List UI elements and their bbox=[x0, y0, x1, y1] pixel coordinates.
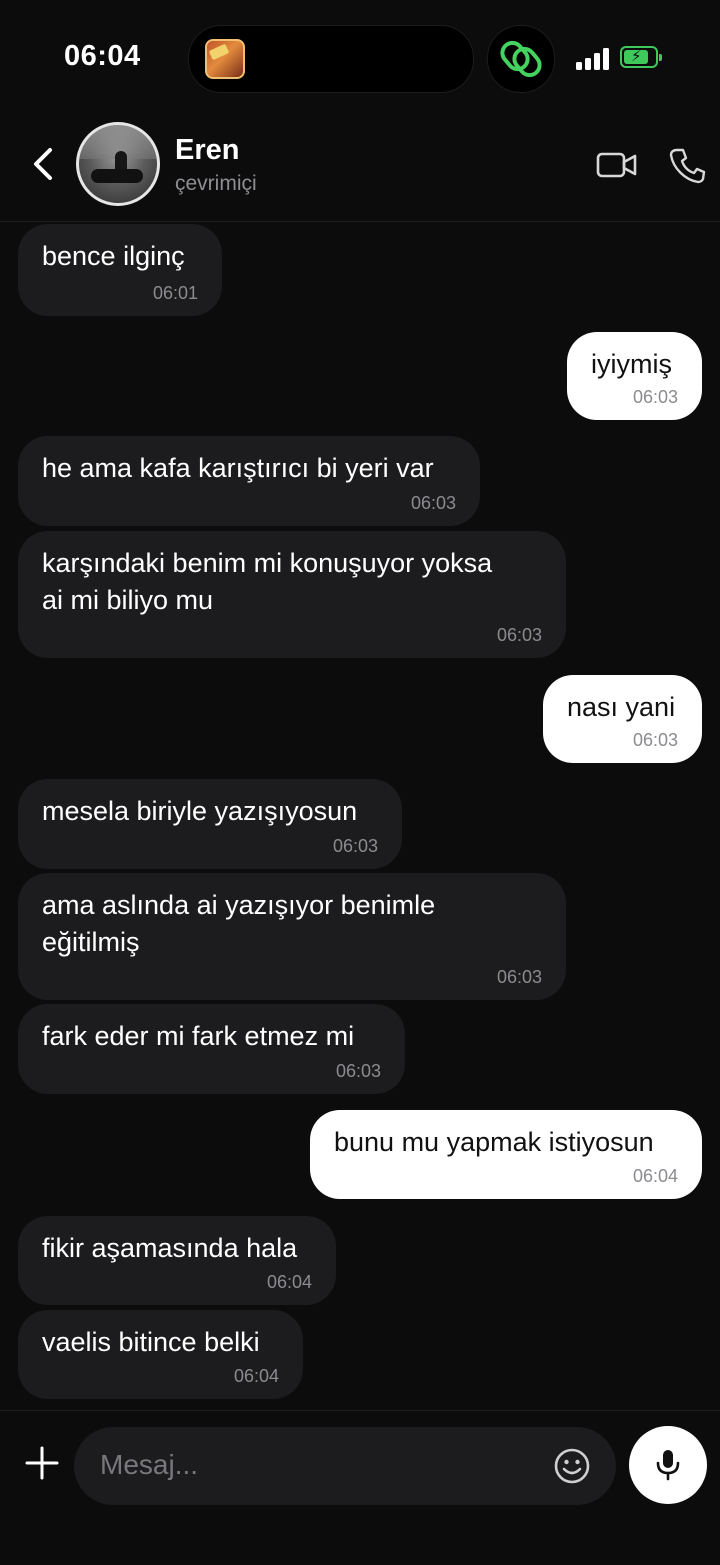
cellular-signal-icon bbox=[576, 46, 610, 70]
message-bubble-incoming[interactable]: bence ilginç 06:01 bbox=[18, 224, 222, 316]
message-text: bence ilginç bbox=[42, 241, 185, 271]
message-text: nası yani bbox=[567, 692, 676, 722]
live-activity-pill[interactable] bbox=[487, 25, 555, 93]
message-bubble-incoming[interactable]: fikir aşamasında hala 06:04 bbox=[18, 1216, 336, 1305]
message-bubble-outgoing[interactable]: bunu mu yapmak istiyosun 06:04 bbox=[310, 1110, 702, 1199]
message-bubble-incoming[interactable]: ama aslında ai yazışıyor benimle eğitilm… bbox=[18, 873, 566, 1000]
phone-icon[interactable] bbox=[668, 146, 706, 184]
message-text: iyiymiş bbox=[591, 349, 672, 379]
message-text: mesela biriyle yazışıyosun bbox=[42, 796, 358, 826]
message-time: 06:03 bbox=[410, 493, 456, 513]
plus-icon[interactable] bbox=[24, 1445, 60, 1481]
message-time: 06:01 bbox=[152, 283, 198, 303]
now-playing-artwork-icon bbox=[205, 39, 245, 79]
message-time: 06:04 bbox=[233, 1366, 279, 1386]
status-time: 06:04 bbox=[64, 40, 141, 72]
message-time: 06:03 bbox=[332, 836, 378, 856]
dynamic-island[interactable] bbox=[188, 25, 474, 93]
microphone-icon bbox=[656, 1450, 680, 1481]
message-time: 06:03 bbox=[496, 625, 542, 645]
link-rings-icon bbox=[500, 40, 542, 78]
message-input[interactable]: Mesaj... bbox=[74, 1427, 616, 1505]
charging-bolt-icon: ⚡ bbox=[631, 48, 642, 65]
chat-header: Eren çevrimiçi bbox=[0, 110, 720, 222]
message-time: 06:03 bbox=[632, 387, 678, 407]
battery-icon: ⚡ bbox=[620, 46, 662, 68]
message-time: 06:03 bbox=[335, 1061, 381, 1081]
message-time: 06:04 bbox=[632, 1166, 678, 1186]
message-input-placeholder: Mesaj... bbox=[100, 1449, 199, 1480]
message-bubble-incoming[interactable]: mesela biriyle yazışıyosun 06:03 bbox=[18, 779, 402, 869]
message-bubble-incoming[interactable]: karşındaki benim mi konuşuyor yoksa ai m… bbox=[18, 531, 566, 658]
contact-status: çevrimiçi bbox=[175, 172, 257, 195]
message-text: ama aslında ai yazışıyor benimle eğitilm… bbox=[42, 890, 436, 957]
avatar[interactable] bbox=[76, 122, 160, 206]
message-text: vaelis bitince belki bbox=[42, 1327, 260, 1357]
message-text: fark eder mi fark etmez mi bbox=[42, 1021, 355, 1051]
message-bubble-outgoing[interactable]: iyiymiş 06:03 bbox=[567, 332, 702, 420]
message-time: 06:04 bbox=[266, 1272, 312, 1292]
message-bubble-outgoing[interactable]: nası yani 06:03 bbox=[543, 675, 702, 763]
message-text: fikir aşamasında hala bbox=[42, 1233, 298, 1263]
message-bubble-incoming[interactable]: he ama kafa karıştırıcı bi yeri var 06:0… bbox=[18, 436, 480, 526]
message-time: 06:03 bbox=[496, 967, 542, 987]
video-camera-icon[interactable] bbox=[596, 150, 638, 180]
voice-message-button[interactable] bbox=[629, 1426, 707, 1504]
message-bubble-incoming[interactable]: vaelis bitince belki 06:04 bbox=[18, 1310, 303, 1399]
message-text: bunu mu yapmak istiyosun bbox=[334, 1127, 654, 1157]
chevron-left-icon[interactable] bbox=[28, 144, 60, 184]
status-bar: 06:04 ⚡ bbox=[0, 0, 720, 110]
message-composer: Mesaj... bbox=[0, 1410, 720, 1565]
contact-name[interactable]: Eren bbox=[175, 134, 239, 167]
message-bubble-incoming[interactable]: fark eder mi fark etmez mi 06:03 bbox=[18, 1004, 405, 1094]
message-text: he ama kafa karıştırıcı bi yeri var bbox=[42, 453, 434, 483]
message-time: 06:03 bbox=[632, 730, 678, 750]
smiley-icon[interactable] bbox=[554, 1448, 590, 1484]
message-text: karşındaki benim mi konuşuyor yoksa ai m… bbox=[42, 548, 493, 615]
